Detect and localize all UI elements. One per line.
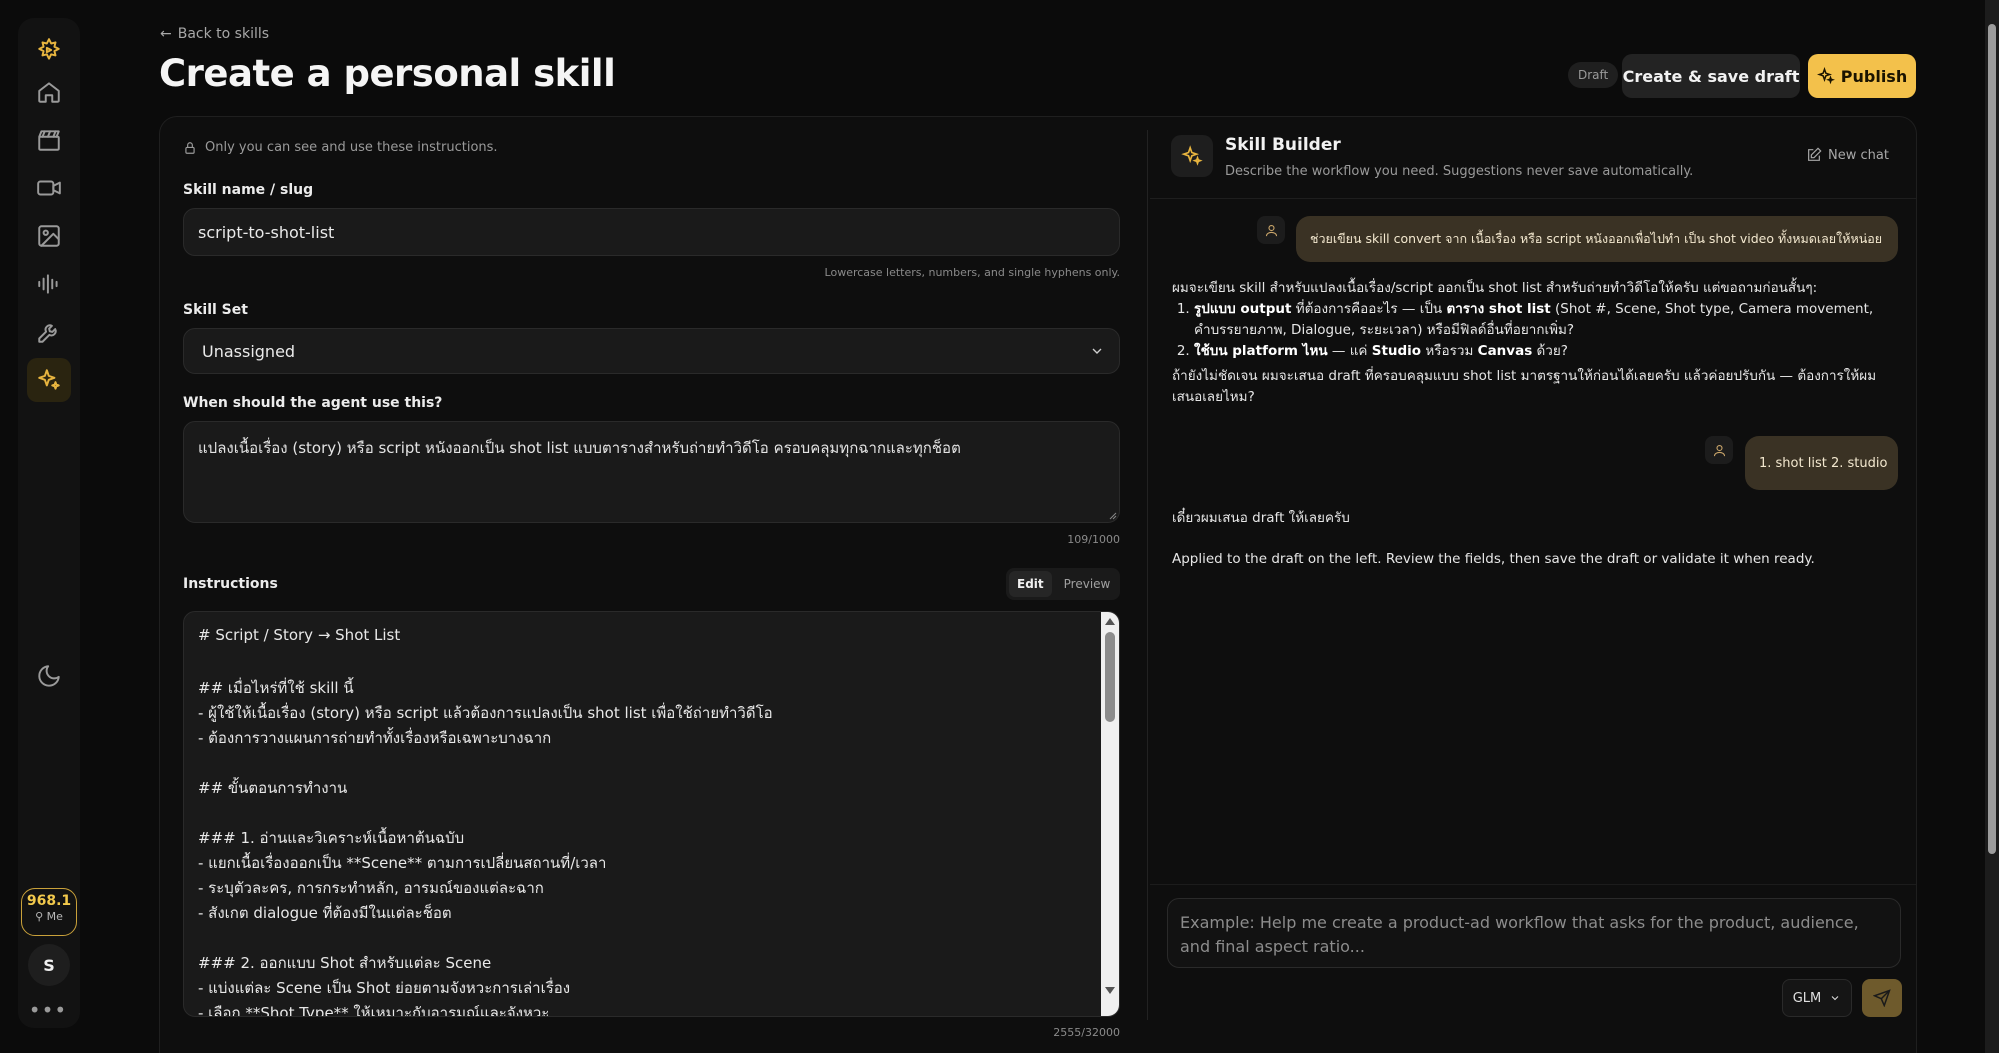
sidebar: 968.1 ⚲ Me S ••• xyxy=(18,18,80,1028)
user-message: 1. shot list 2. studio xyxy=(1745,436,1898,490)
clapperboard-icon[interactable] xyxy=(27,118,71,162)
sparkles-icon xyxy=(1816,67,1835,85)
editor-line: ## เมื่อไหร่ที่ใช้ skill นี้ xyxy=(198,679,354,697)
wrench-icon[interactable] xyxy=(27,310,71,354)
scroll-down-icon[interactable] xyxy=(1105,987,1115,994)
instructions-count: 2555/32000 xyxy=(1053,1026,1120,1039)
model-select[interactable]: GLM xyxy=(1782,979,1852,1017)
skill-builder-title: Skill Builder xyxy=(1225,135,1341,155)
publish-label: Publish xyxy=(1840,66,1908,86)
edit-icon xyxy=(1808,147,1822,161)
chat-input[interactable]: Example: Help me create a product-ad wor… xyxy=(1167,898,1901,968)
editor-scrollbar[interactable] xyxy=(1101,612,1119,1016)
user-message: ช่วยเขียน skill convert จาก เนื้อเรื่อง … xyxy=(1296,216,1898,262)
status-badge: Draft xyxy=(1568,62,1619,88)
when-to-use-textarea[interactable]: แปลงเนื้อเรื่อง (story) หรือ script หนัง… xyxy=(183,421,1120,523)
home-icon[interactable] xyxy=(27,70,71,114)
page-title: Create a personal skill xyxy=(159,52,616,95)
scrollbar-thumb[interactable] xyxy=(1105,632,1115,722)
privacy-note: Only you can see and use these instructi… xyxy=(183,140,498,155)
skill-set-label: Skill Set xyxy=(183,302,248,318)
edit-preview-toggle: Edit Preview xyxy=(1006,568,1120,600)
editor-line: - เลือก **Shot Type** ให้เหมาะกับอารมณ์แ… xyxy=(198,1004,550,1017)
app-logo-icon[interactable] xyxy=(27,28,71,72)
skill-name-input[interactable]: script-to-shot-list xyxy=(183,208,1120,256)
skill-set-select[interactable]: Unassigned xyxy=(183,328,1120,374)
audio-waveform-icon[interactable] xyxy=(27,262,71,306)
new-chat-button[interactable]: New chat xyxy=(1806,147,1889,163)
credits-badge[interactable]: 968.1 ⚲ Me xyxy=(21,888,77,936)
skill-name-hint: Lowercase letters, numbers, and single h… xyxy=(824,266,1120,279)
scroll-up-icon[interactable] xyxy=(1105,618,1115,625)
editor-line: ## ขั้นตอนการทำงาน xyxy=(198,779,348,797)
send-button[interactable] xyxy=(1862,979,1902,1017)
page-scrollbar[interactable] xyxy=(1985,0,1999,1053)
editor-line: - ผู้ใช้ให้เนื้อเรื่อง (story) หรือ scri… xyxy=(198,704,773,722)
when-to-use-count: 109/1000 xyxy=(1067,533,1120,546)
assistant-message: ผมจะเขียน skill สำหรับแปลงเนื้อเรื่อง/sc… xyxy=(1172,278,1890,408)
more-icon[interactable]: ••• xyxy=(26,998,70,1022)
editor-line: # Script / Story → Shot List xyxy=(198,626,401,644)
editor-line: - ระบุตัวละคร, การกระทำหลัก, อารมณ์ของแต… xyxy=(198,879,544,897)
moon-icon[interactable] xyxy=(27,654,71,698)
instructions-editor[interactable]: # Script / Story → Shot List ## เมื่อไหร… xyxy=(183,611,1120,1017)
image-icon[interactable] xyxy=(27,214,71,258)
instructions-label: Instructions xyxy=(183,576,278,592)
editor-line: ### 1. อ่านและวิเคราะห์เนื้อหาต้นฉบับ xyxy=(198,829,465,847)
editor-line: - แบ่งแต่ละ Scene เป็น Shot ย่อยตามจังหว… xyxy=(198,979,571,997)
editor-line: - แยกเนื้อเรื่องออกเป็น **Scene** ตามการ… xyxy=(198,854,607,872)
page-scrollbar-thumb[interactable] xyxy=(1988,24,1996,854)
video-camera-icon[interactable] xyxy=(27,166,71,210)
back-to-skills-link[interactable]: ← Back to skills xyxy=(160,26,269,42)
user-icon xyxy=(1705,436,1733,464)
lock-icon xyxy=(185,141,195,154)
chevron-down-icon xyxy=(1092,348,1102,354)
create-save-draft-button[interactable]: Create & save draft xyxy=(1622,54,1800,98)
when-to-use-label: When should the agent use this? xyxy=(183,395,443,411)
header-divider xyxy=(1150,198,1916,199)
resize-handle-icon[interactable] xyxy=(1107,510,1117,520)
send-icon xyxy=(1873,989,1891,1007)
assistant-message: Applied to the draft on the left. Review… xyxy=(1172,551,1815,567)
skill-builder-icon xyxy=(1171,135,1213,177)
publish-button[interactable]: Publish xyxy=(1808,54,1916,98)
skill-name-label: Skill name / slug xyxy=(183,182,314,198)
back-label: Back to skills xyxy=(177,26,270,42)
sparkles-icon[interactable] xyxy=(27,358,71,402)
editor-line: - สังเกต dialogue ที่ต้องมีในแต่ละช็อต xyxy=(198,904,452,922)
editor-line: ### 2. ออกแบบ Shot สำหรับแต่ละ Scene xyxy=(198,954,492,972)
avatar[interactable]: S xyxy=(28,944,70,986)
composer-divider xyxy=(1150,884,1916,885)
panel-divider xyxy=(1147,130,1148,1020)
chevron-down-icon xyxy=(1831,996,1839,1001)
editor-line: - ต้องการวางแผนการถ่ายทำทั้งเรื่องหรือเฉ… xyxy=(198,729,552,747)
arrow-left-icon: ← xyxy=(160,26,172,42)
tab-edit[interactable]: Edit xyxy=(1009,571,1052,597)
tab-preview[interactable]: Preview xyxy=(1056,571,1119,597)
assistant-message: เดี๋ยวผมเสนอ draft ให้เลยครับ xyxy=(1172,510,1350,526)
credits-me-label: ⚲ Me xyxy=(35,910,63,923)
credits-amount: 968.1 xyxy=(26,893,72,909)
user-icon xyxy=(1257,216,1285,244)
skill-builder-subtitle: Describe the workflow you need. Suggesti… xyxy=(1225,164,1694,179)
